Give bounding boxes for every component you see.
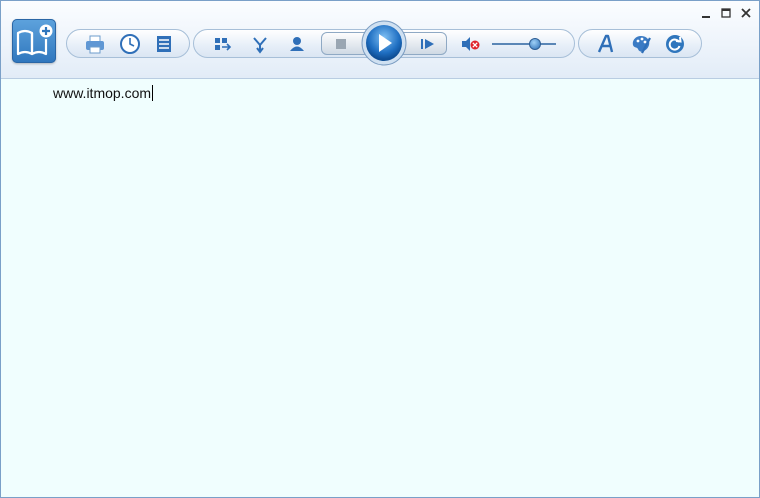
stop-icon: [336, 39, 346, 49]
printer-icon: [86, 35, 104, 54]
refresh-button[interactable]: [664, 33, 686, 55]
volume-track: [492, 43, 556, 45]
clock-icon: [120, 34, 140, 54]
person-icon: [290, 37, 304, 51]
list-icon: [157, 36, 171, 52]
document-text-content: www.itmop.com: [53, 85, 152, 101]
voice-button[interactable]: [286, 33, 308, 55]
mute-button[interactable]: [459, 33, 481, 55]
book-plus-icon: [16, 24, 53, 56]
palette-icon: [632, 36, 651, 54]
toolbar: [1, 1, 759, 79]
volume-slider[interactable]: [492, 36, 556, 52]
font-button[interactable]: [595, 33, 617, 55]
mute-icon: [462, 37, 480, 51]
text-editor-area[interactable]: www.itmop.com: [1, 79, 759, 497]
volume-thumb[interactable]: [529, 38, 542, 50]
list-button[interactable]: [153, 33, 175, 55]
app-window: www.itmop.com: [0, 0, 760, 498]
window-controls: [699, 6, 753, 20]
maximize-icon: [721, 8, 731, 18]
timer-button[interactable]: [119, 33, 141, 55]
merge-button[interactable]: [249, 33, 271, 55]
minimize-icon: [702, 16, 710, 18]
next-icon: [421, 39, 434, 49]
document-text: www.itmop.com: [53, 85, 154, 101]
play-button[interactable]: [361, 20, 407, 66]
close-icon: [741, 8, 751, 18]
print-button[interactable]: [84, 33, 106, 55]
next-button[interactable]: [417, 33, 439, 55]
font-icon: [597, 34, 614, 53]
theme-button[interactable]: [630, 33, 652, 55]
minimize-button[interactable]: [699, 6, 713, 20]
text-caret: [152, 85, 154, 101]
maximize-button[interactable]: [719, 6, 733, 20]
app-logo[interactable]: [12, 19, 56, 63]
queue-icon: [215, 38, 232, 51]
play-icon: [361, 20, 407, 66]
stop-button[interactable]: [330, 33, 352, 55]
close-button[interactable]: [739, 6, 753, 20]
queue-button[interactable]: [212, 33, 234, 55]
merge-icon: [253, 37, 267, 54]
refresh-icon: [666, 35, 684, 53]
